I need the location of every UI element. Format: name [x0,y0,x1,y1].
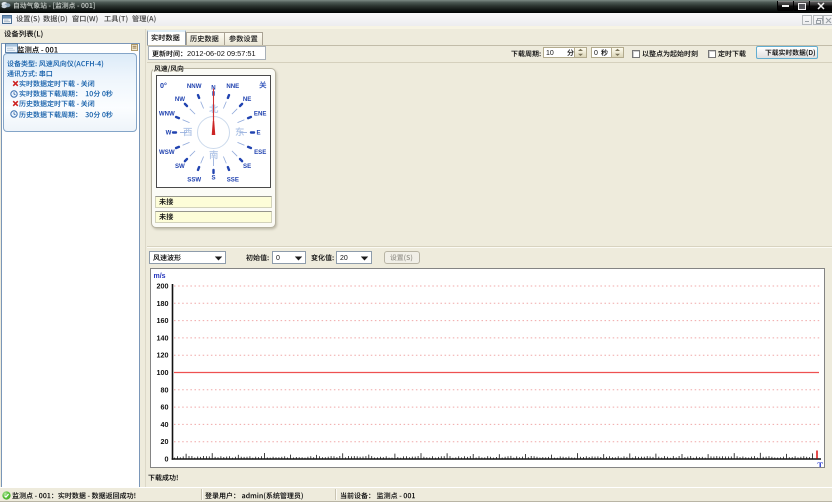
svg-text:SE: SE [243,163,251,170]
svg-text:20: 20 [161,437,169,446]
svg-text:m/s: m/s [154,273,166,280]
svg-text:0: 0 [165,455,169,464]
svg-text:SSE: SSE [227,176,239,183]
svg-text:E: E [256,130,260,137]
svg-text:60: 60 [161,403,169,412]
svg-text:WNW: WNW [159,110,175,117]
svg-text:100: 100 [157,368,169,377]
svg-text:SSW: SSW [187,176,201,183]
svg-text:NE: NE [243,96,251,103]
svg-text:140: 140 [157,333,169,342]
svg-text:180: 180 [157,299,169,308]
svg-text:SW: SW [175,163,185,170]
svg-text:160: 160 [157,316,169,325]
svg-text:40: 40 [161,420,169,429]
svg-text:W: W [166,130,172,137]
svg-text:WSW: WSW [159,149,175,156]
svg-text:NW: NW [175,96,185,103]
svg-text:120: 120 [157,351,169,360]
svg-text:ESE: ESE [254,149,266,156]
svg-text:80: 80 [161,385,169,394]
svg-text:S: S [211,175,215,182]
svg-text:NNE: NNE [226,83,239,90]
svg-text:T: T [817,460,823,467]
svg-text:ENE: ENE [254,110,267,117]
svg-text:200: 200 [157,282,169,291]
svg-text:NNW: NNW [187,83,202,90]
